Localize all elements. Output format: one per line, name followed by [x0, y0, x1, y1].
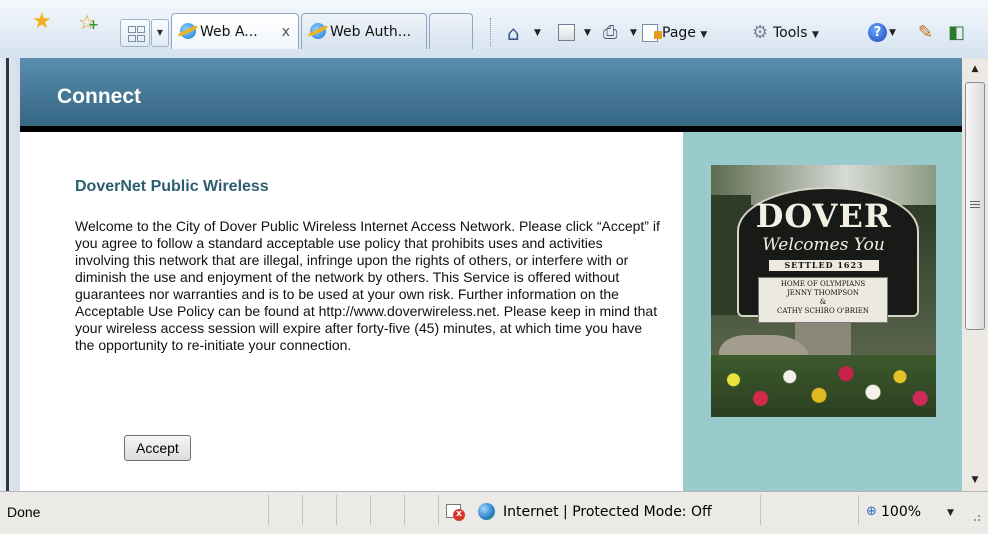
new-tab[interactable] — [429, 13, 473, 49]
popup-blocker-icon[interactable] — [446, 504, 465, 521]
security-zone-text[interactable]: Internet | Protected Mode: Off — [503, 504, 712, 520]
translate-icon[interactable]: ◧ — [948, 22, 965, 44]
tools-menu[interactable]: Tools ▼ — [773, 22, 819, 44]
page-icon[interactable] — [642, 24, 662, 42]
page-menu[interactable]: Page ▼ — [662, 22, 707, 44]
tab-list-icon[interactable]: ▼ — [151, 19, 169, 47]
accept-button[interactable]: Accept — [124, 435, 191, 461]
status-text: Done — [7, 504, 41, 520]
scroll-thumb[interactable] — [965, 82, 985, 330]
print-icon[interactable]: ⎙ — [603, 22, 617, 44]
add-favorites-icon[interactable]: ☆ + — [78, 11, 99, 33]
help-icon[interactable]: ? — [868, 23, 887, 42]
photo-sign-title: DOVER — [755, 197, 892, 235]
feeds-dropdown-icon[interactable]: ▼ — [584, 22, 591, 44]
internet-explorer-icon — [180, 23, 196, 39]
status-bar: Done Internet | Protected Mode: Off ⊕ 10… — [0, 491, 988, 534]
quick-tabs-icon[interactable] — [120, 19, 150, 47]
home-dropdown-icon[interactable]: ▼ — [534, 22, 541, 44]
page-menu-label: Page — [662, 25, 696, 41]
tab-label: Web Auth... — [330, 24, 412, 40]
plaque-line: & — [819, 298, 827, 306]
zoom-level[interactable]: 100% — [881, 504, 921, 520]
toolbar-separator — [490, 18, 492, 46]
tools-gear-icon[interactable]: ⚙ — [752, 22, 768, 44]
feeds-icon[interactable] — [558, 24, 575, 41]
welcome-text: Welcome to the City of Dover Public Wire… — [75, 218, 660, 353]
photo-sign-plaque: HOME OF OLYMPIANS JENNY THOMPSON & CATHY… — [758, 277, 888, 323]
browser-tab[interactable]: Web Auth... — [301, 13, 427, 49]
zoom-icon[interactable]: ⊕ — [866, 504, 877, 519]
browser-tab-active[interactable]: Web A... x — [171, 13, 299, 49]
internet-explorer-icon — [310, 23, 326, 39]
home-icon[interactable]: ⌂ — [507, 22, 520, 44]
scroll-up-icon[interactable]: ▲ — [962, 58, 988, 80]
close-tab-icon[interactable]: x — [282, 14, 290, 49]
photo-sign-subtitle: Welcomes You — [762, 235, 885, 255]
tab-label: Web A... — [200, 24, 258, 40]
command-toolbar: ★ ☆ + ▼ Web A... x Web Auth... ⌂ ▼ ▼ ⎙ ▼ … — [0, 0, 988, 59]
resize-grip-icon[interactable] — [960, 505, 984, 525]
plaque-line: CATHY SCHIRO O'BRIEN — [777, 307, 869, 315]
scroll-down-icon[interactable]: ▼ — [962, 469, 988, 491]
research-icon[interactable]: ✎ — [918, 22, 933, 44]
help-dropdown-icon[interactable]: ▼ — [889, 22, 896, 44]
favorites-star-icon[interactable]: ★ — [32, 11, 52, 33]
page-title: Connect — [57, 85, 141, 108]
window-left-border — [0, 58, 20, 491]
internet-zone-icon[interactable] — [478, 503, 495, 520]
tools-menu-label: Tools — [773, 25, 808, 41]
photo-sign-settled: SETTLED 1623 — [769, 260, 879, 271]
page-viewport: Connect DOVER Welcomes You SETTLED 1623 … — [20, 58, 962, 491]
content-heading: DoverNet Public Wireless — [75, 178, 269, 195]
plaque-line: HOME OF OLYMPIANS — [780, 280, 866, 288]
zoom-dropdown-icon[interactable]: ▼ — [947, 508, 954, 518]
page-header: Connect — [20, 58, 962, 126]
vertical-scrollbar[interactable]: ▲ ▼ — [962, 58, 988, 491]
plaque-line: JENNY THOMPSON — [786, 289, 860, 297]
dover-welcome-photo: DOVER Welcomes You SETTLED 1623 HOME OF … — [711, 165, 936, 417]
print-dropdown-icon[interactable]: ▼ — [630, 22, 637, 44]
